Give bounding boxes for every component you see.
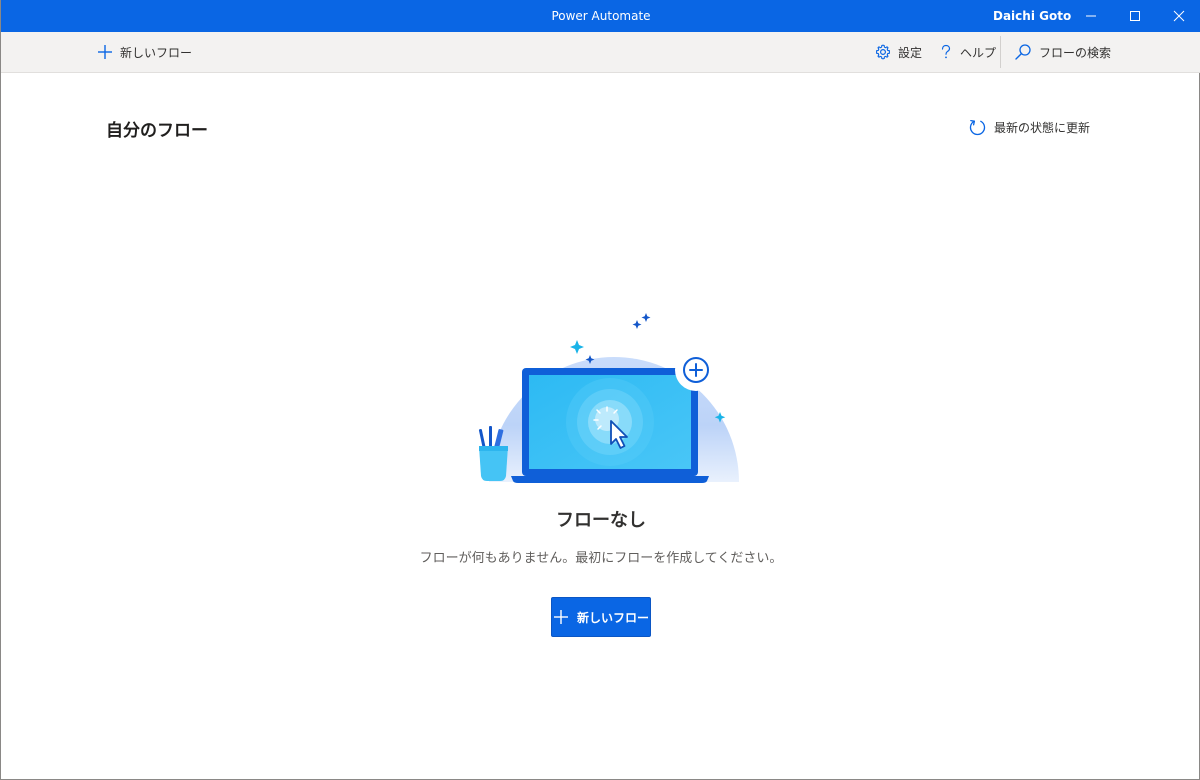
page-title: 自分のフロー (106, 121, 208, 141)
new-flow-command[interactable]: 新しいフロー (97, 32, 192, 72)
empty-state-description: フローが何もありません。最初にフローを作成してください。 (419, 551, 783, 566)
search-flows-command[interactable]: フローの検索 (1014, 32, 1111, 72)
command-divider (1000, 36, 1001, 68)
empty-state-title: フローなし (556, 510, 646, 531)
search-flows-label: フローの検索 (1039, 45, 1112, 60)
new-flow-button[interactable]: 新しいフロー (551, 597, 651, 637)
settings-command-label: 設定 (898, 45, 923, 60)
empty-state-illustration (478, 304, 739, 483)
gear-icon (875, 44, 891, 60)
app-window: Power Automate Daichi Goto 新しいフロー 設定 ヘルプ… (0, 0, 1200, 780)
refresh-label: 最新の状態に更新 (994, 120, 1091, 135)
plus-icon (553, 609, 569, 625)
command-bar: 新しいフロー 設定 ヘルプ フローの検索 (1, 32, 1200, 73)
question-icon (939, 44, 953, 60)
refresh-button[interactable]: 最新の状態に更新 (968, 116, 1090, 138)
help-command-label: ヘルプ (960, 45, 997, 60)
maximize-icon (1130, 11, 1140, 21)
search-icon (1014, 43, 1032, 61)
close-icon (1173, 10, 1185, 22)
title-bar: Power Automate Daichi Goto (1, 0, 1200, 32)
close-button[interactable] (1157, 0, 1200, 32)
maximize-button[interactable] (1113, 0, 1157, 32)
settings-command[interactable]: 設定 (875, 32, 922, 72)
minimize-button[interactable] (1069, 0, 1113, 32)
minimize-icon (1086, 15, 1096, 17)
help-command[interactable]: ヘルプ (939, 32, 996, 72)
refresh-icon (968, 118, 987, 137)
plus-icon (97, 44, 113, 60)
new-flow-button-label: 新しいフロー (576, 610, 649, 625)
user-name[interactable]: Daichi Goto (993, 0, 1071, 32)
new-flow-command-label: 新しいフロー (120, 45, 193, 60)
